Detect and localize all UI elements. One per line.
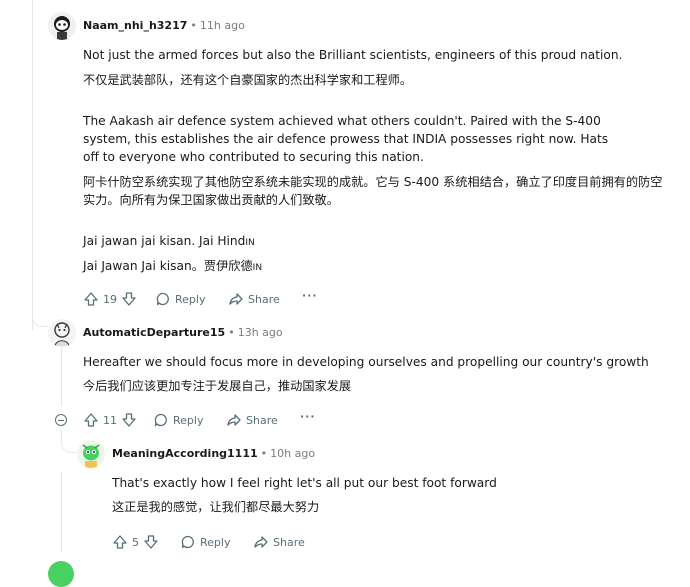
separator: • [260,447,268,460]
comment-text-translation: 阿卡什防空系统实现了其他防空系统未能实现的成就。它与 S-400 系统相结合，确… [83,175,663,207]
timestamp[interactable]: 13h ago [238,326,283,339]
comment-text: Jai jawan jai kisan. Jai Hind [83,234,246,248]
vote-count: 19 [103,292,117,306]
thread-line [61,346,62,406]
comment-bubble-icon [155,291,171,307]
more-icon: ··· [302,289,318,302]
thread-line [61,472,62,552]
separator: • [228,326,235,339]
comment-actions: 19 Reply Share ··· [83,289,383,309]
comment-bubble-icon [153,412,169,428]
comment-text-translation: 这正是我的感觉，让我们都尽最大努力 [112,500,320,514]
downvote-icon[interactable] [143,534,159,550]
comment-meta: Naam_nhi_h3217 • 11h ago [83,19,245,32]
reply-label: Reply [173,413,204,427]
vote-group: 19 [83,291,137,307]
comment-meta: AutomaticDeparture15 • 13h ago [83,326,283,339]
comment-text: The Aakash air defence system achieved w… [83,114,609,164]
share-button[interactable]: Share [226,412,278,428]
comment-bubble-icon [180,534,196,550]
comment-text-line: Jai Jawan Jai kisan。贾伊欣德IN [83,257,653,277]
username[interactable]: AutomaticDeparture15 [83,326,225,339]
reply-button[interactable]: Reply [180,534,230,550]
separator: • [190,19,197,32]
thread-connector [32,308,47,327]
comment-text: Hereafter we should focus more in develo… [83,355,649,369]
upvote-icon[interactable] [83,291,99,307]
more-icon: ··· [300,410,316,423]
comment-text-translation: 不仅是武装部队，还有这个自豪国家的杰出科学家和工程师。 [83,73,413,87]
share-button[interactable]: Share [253,534,305,550]
reply-label: Reply [200,535,231,549]
vote-count: 11 [103,413,117,427]
flag-india-icon: IN [252,263,263,273]
share-button[interactable]: Share [228,291,280,307]
downvote-icon[interactable] [121,412,137,428]
comment-text-translation: 今后我们应该更加专注于发展自己，推动国家发展 [83,379,352,393]
downvote-icon[interactable] [121,291,137,307]
next-comment-avatar[interactable] [48,561,74,587]
share-icon [228,291,244,307]
comment-text: That's exactly how I feel right let's al… [112,476,497,490]
more-options-button[interactable]: ··· [300,410,316,423]
upvote-icon[interactable] [83,412,99,428]
share-label: Share [248,292,280,306]
comment-text-line: Jai jawan jai kisan. Jai HindIN [83,232,653,252]
reply-label: Reply [175,292,206,306]
share-icon [226,412,242,428]
share-label: Share [273,535,305,549]
comment-actions: 11 Reply Share ··· [83,410,383,430]
username[interactable]: Naam_nhi_h3217 [83,19,187,32]
share-icon [253,534,269,550]
share-label: Share [246,413,278,427]
timestamp[interactable]: 11h ago [200,19,245,32]
thread-connector [61,430,76,453]
comment-actions: 5 Reply Share [112,534,352,552]
thread-line [32,0,33,330]
comment-text: Not just the armed forces but also the B… [83,48,623,62]
comment-meta: MeaningAccording1111 • 10h ago [112,447,315,460]
vote-group: 11 [83,412,137,428]
more-options-button[interactable]: ··· [302,289,318,302]
reply-button[interactable]: Reply [153,412,203,428]
collapse-thread-button[interactable] [55,414,67,426]
vote-group: 5 [112,534,159,550]
avatar[interactable] [48,319,76,347]
avatar[interactable] [77,440,105,468]
comment-text-translation: Jai Jawan Jai kisan。贾伊欣德 [83,259,253,273]
avatar[interactable] [48,12,76,40]
vote-count: 5 [132,535,139,549]
upvote-icon[interactable] [112,534,128,550]
username[interactable]: MeaningAccording1111 [112,447,258,460]
flag-india-icon: IN [245,238,255,248]
timestamp[interactable]: 10h ago [270,447,315,460]
reply-button[interactable]: Reply [155,291,205,307]
